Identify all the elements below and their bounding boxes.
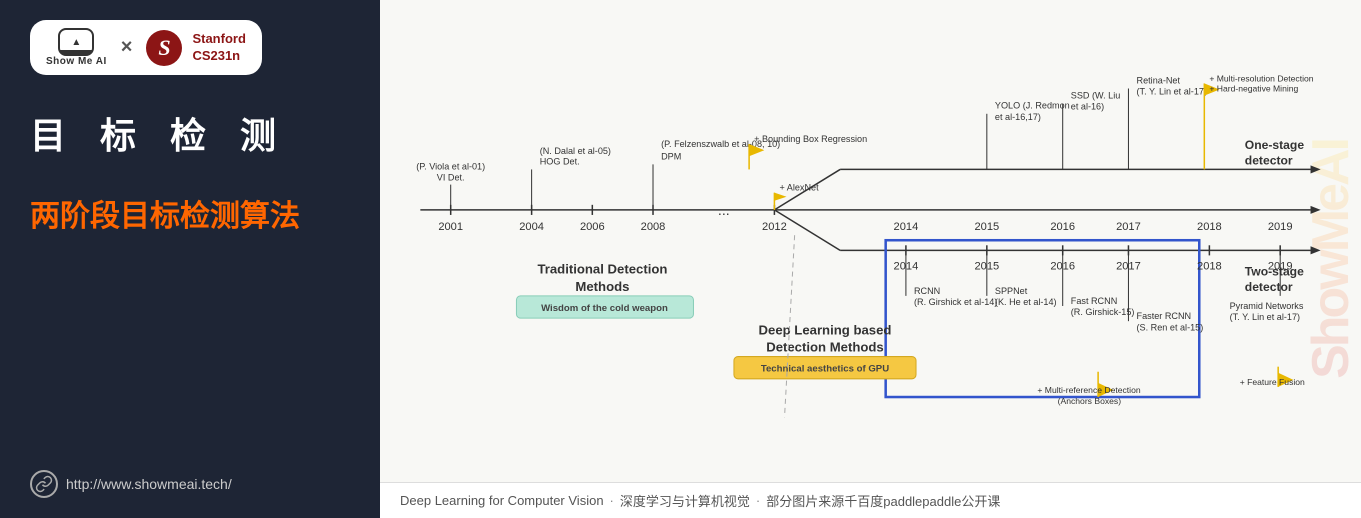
svg-text:et al-16,17): et al-16,17): [995, 112, 1041, 122]
showmeai-icon: [58, 28, 94, 56]
footer-dot1: ·: [610, 493, 614, 508]
svg-text:(S. Ren et al-15): (S. Ren et al-15): [1137, 322, 1204, 332]
footer-link[interactable]: http://www.showmeai.tech/: [30, 470, 350, 498]
svg-text:et al-16): et al-16): [1071, 102, 1104, 112]
svg-text:YOLO (J. Redmon: YOLO (J. Redmon: [995, 101, 1070, 111]
svg-text:2001: 2001: [438, 221, 463, 233]
svg-text:2017: 2017: [1116, 221, 1141, 233]
svg-text:...: ...: [718, 203, 730, 219]
svg-text:2014: 2014: [894, 261, 919, 273]
svg-text:Fast RCNN: Fast RCNN: [1071, 296, 1117, 306]
svg-text:2018: 2018: [1197, 261, 1222, 273]
svg-text:Deep Learning based: Deep Learning based: [759, 322, 892, 337]
svg-text:2016: 2016: [1050, 221, 1075, 233]
svg-text:Faster RCNN: Faster RCNN: [1137, 311, 1192, 321]
bottom-footer: Deep Learning for Computer Vision · 深度学习…: [380, 482, 1361, 518]
page-title-chinese: 目 标 检 测: [30, 107, 350, 159]
svg-text:HOG Det.: HOG Det.: [540, 156, 580, 166]
svg-text:+ AlexNet: + AlexNet: [779, 183, 819, 193]
svg-text:+ Feature Fusion: + Feature Fusion: [1240, 377, 1305, 387]
footer-url: http://www.showmeai.tech/: [66, 476, 232, 492]
svg-text:+ Hard-negative Mining: + Hard-negative Mining: [1209, 84, 1298, 94]
svg-text:2014: 2014: [894, 221, 919, 233]
svg-text:Technical aesthetics of GPU: Technical aesthetics of GPU: [761, 364, 889, 375]
timeline-svg: 2001 2004 2006 2008 ... 2012 2014 2015 2…: [390, 10, 1351, 430]
svg-text:2006: 2006: [580, 221, 605, 233]
svg-text:(P. Viola et al-01): (P. Viola et al-01): [416, 161, 485, 171]
showmeai-logo: Show Me AI: [46, 28, 107, 67]
footer-text3: 部分图片来源千百度paddlepaddle公开课: [766, 491, 1000, 510]
svg-text:Detection Methods: Detection Methods: [766, 340, 884, 355]
svg-text:(K. He et al-14): (K. He et al-14): [995, 297, 1057, 307]
svg-text:DPM: DPM: [661, 151, 681, 161]
svg-text:2008: 2008: [641, 221, 666, 233]
page-subtitle-chinese: 两阶段目标检测算法: [30, 191, 350, 235]
x-separator: ×: [121, 36, 133, 59]
footer-text2: 深度学习与计算机视觉: [620, 491, 750, 510]
svg-text:2017: 2017: [1116, 261, 1141, 273]
svg-text:Wisdom of the cold weapon: Wisdom of the cold weapon: [541, 303, 668, 314]
svg-text:(Anchors Boxes): (Anchors Boxes): [1058, 396, 1122, 406]
footer-text1: Deep Learning for Computer Vision: [400, 493, 604, 508]
svg-text:2018: 2018: [1197, 221, 1222, 233]
svg-text:detector: detector: [1245, 280, 1293, 294]
left-panel: Show Me AI × S Stanford CS231n 目 标 检 测 两…: [0, 0, 380, 518]
svg-text:(T. Y. Lin et al-17): (T. Y. Lin et al-17): [1137, 87, 1207, 97]
svg-text:SSD (W. Liu: SSD (W. Liu: [1071, 91, 1121, 101]
svg-text:Traditional Detection: Traditional Detection: [537, 262, 667, 277]
footer-dot2: ·: [756, 493, 760, 508]
svg-text:2004: 2004: [519, 221, 544, 233]
svg-text:2019: 2019: [1268, 261, 1293, 273]
svg-text:Pyramid Networks: Pyramid Networks: [1230, 301, 1304, 311]
link-icon: [30, 470, 58, 498]
svg-text:(T. Y. Lin et al-17): (T. Y. Lin et al-17): [1230, 312, 1300, 322]
svg-text:+ Multi-resolution Detection: + Multi-resolution Detection: [1209, 73, 1313, 83]
svg-text:+ Multi-reference Detection: + Multi-reference Detection: [1037, 385, 1140, 395]
svg-text:(R. Girshick et al-14): (R. Girshick et al-14): [914, 297, 997, 307]
svg-text:Methods: Methods: [575, 279, 629, 294]
stanford-icon: S: [146, 30, 182, 66]
showmeai-label: Show Me AI: [46, 56, 107, 67]
svg-text:RCNN: RCNN: [914, 286, 940, 296]
svg-text:detector: detector: [1245, 153, 1293, 167]
svg-text:VI Det.: VI Det.: [437, 173, 465, 183]
stanford-label: Stanford CS231n: [192, 31, 245, 65]
svg-text:(R. Girshick-15): (R. Girshick-15): [1071, 307, 1135, 317]
svg-text:One-stage: One-stage: [1245, 138, 1305, 152]
svg-text:2019: 2019: [1268, 221, 1293, 233]
svg-text:SPPNet: SPPNet: [995, 286, 1028, 296]
svg-text:2015: 2015: [974, 261, 999, 273]
svg-text:+ Bounding Box Regression: + Bounding Box Regression: [754, 134, 867, 144]
svg-text:(N. Dalal et al-05): (N. Dalal et al-05): [540, 146, 611, 156]
svg-text:Retina-Net: Retina-Net: [1137, 75, 1181, 85]
svg-text:2016: 2016: [1050, 261, 1075, 273]
svg-text:2012: 2012: [762, 221, 787, 233]
logo-area: Show Me AI × S Stanford CS231n: [30, 20, 262, 75]
diagram-area: 2001 2004 2006 2008 ... 2012 2014 2015 2…: [380, 0, 1361, 482]
right-panel: ShowMeAI 2001 2004 2006 2008 ... 201: [380, 0, 1361, 518]
svg-text:2015: 2015: [974, 221, 999, 233]
